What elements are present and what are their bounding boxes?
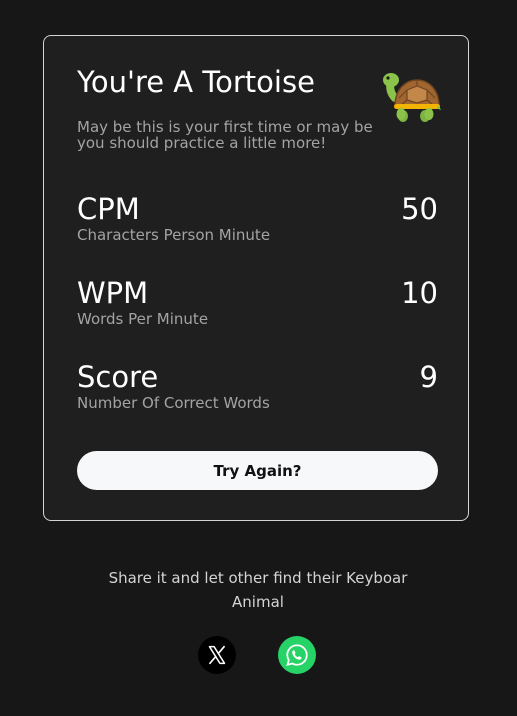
result-title: You're A Tortoise: [77, 65, 315, 99]
stat-description: Words Per Minute: [77, 310, 209, 328]
try-again-button[interactable]: Try Again?: [77, 451, 438, 490]
stat-value: 9: [419, 360, 438, 394]
stat-cpm: CPM Characters Person Minute 50: [77, 192, 438, 244]
stat-description: Characters Person Minute: [77, 226, 271, 244]
stat-description: Number Of Correct Words: [77, 394, 270, 412]
result-card: You're A Tortoise May be this is your fi…: [43, 35, 469, 521]
share-whatsapp-button[interactable]: [278, 636, 316, 674]
share-x-button[interactable]: [198, 636, 236, 674]
stat-wpm: WPM Words Per Minute 10: [77, 276, 438, 328]
tortoise-icon: [383, 73, 441, 122]
stat-value: 10: [401, 276, 438, 310]
stat-name: CPM: [77, 192, 140, 226]
stat-name: WPM: [77, 276, 149, 310]
share-text: Share it and let other find their Keyboa…: [108, 569, 408, 611]
stat-name: Score: [77, 360, 159, 394]
stat-score: Score Number Of Correct Words 9: [77, 360, 438, 412]
whatsapp-icon: [286, 644, 308, 666]
result-subtitle: May be this is your first time or may be…: [77, 118, 373, 152]
stat-value: 50: [401, 192, 438, 226]
x-logo-icon: [208, 645, 226, 665]
